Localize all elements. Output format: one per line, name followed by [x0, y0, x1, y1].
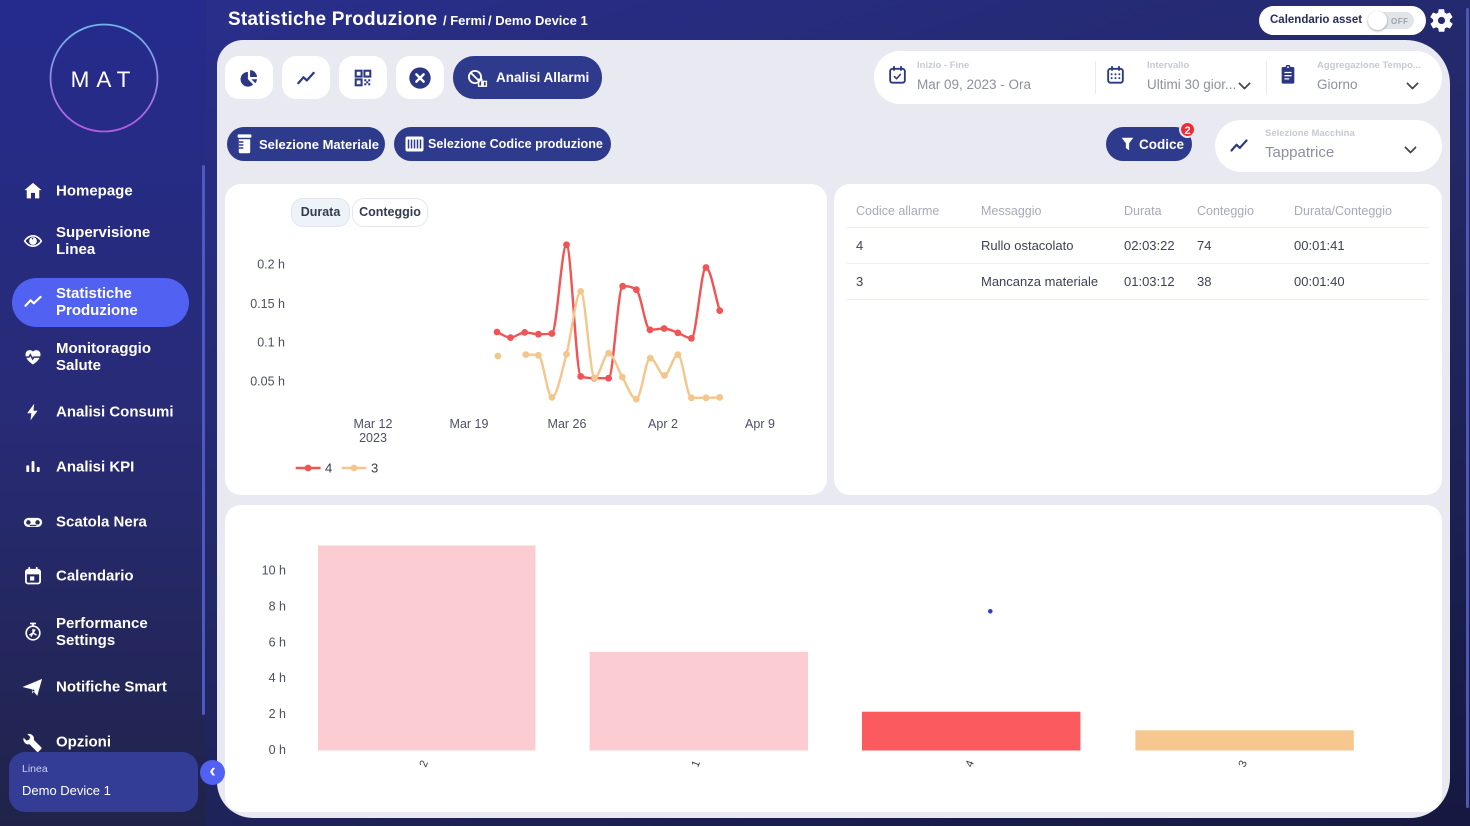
svg-text:MAT: MAT	[71, 67, 138, 92]
